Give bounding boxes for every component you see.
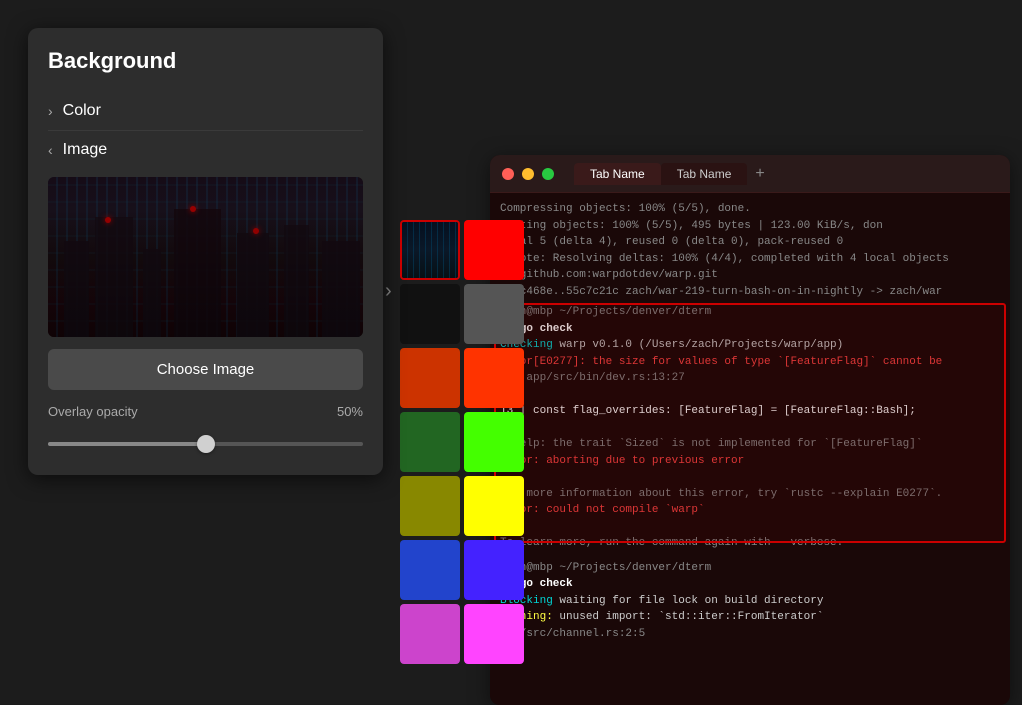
overlay-opacity-row: Overlay opacity 50% xyxy=(48,404,363,419)
selection-arrow: › xyxy=(385,280,392,303)
slider-container xyxy=(48,429,363,455)
tab-1[interactable]: Tab Name xyxy=(574,163,661,185)
overlay-opacity-label: Overlay opacity xyxy=(48,404,138,419)
chevron-right-icon: › xyxy=(48,103,53,119)
tab-area: Tab Name Tab Name + xyxy=(574,163,998,185)
add-tab-button[interactable]: + xyxy=(755,165,764,183)
image-section-label: Image xyxy=(63,141,107,159)
swatch-dark-green[interactable] xyxy=(400,412,460,472)
color-section-label: Color xyxy=(63,102,101,120)
terminal-window: Tab Name Tab Name + Compressing objects:… xyxy=(490,155,1010,705)
close-button[interactable] xyxy=(502,168,514,180)
terminal-line: zach@mbp ~/Projects/denver/dterm xyxy=(500,560,1000,577)
terminal-line: To github.com:warpdotdev/warp.git xyxy=(500,267,1000,284)
swatch-dark-gray[interactable] xyxy=(464,284,524,344)
overlay xyxy=(48,177,363,337)
terminal-line: cargo check xyxy=(500,576,1000,593)
swatch-yellow[interactable] xyxy=(464,476,524,536)
swatch-bright-green[interactable] xyxy=(464,412,524,472)
color-swatches-grid xyxy=(400,220,524,664)
image-preview xyxy=(48,177,363,337)
terminal-line: Compressing objects: 100% (5/5), done. xyxy=(500,201,1000,218)
chevron-down-icon: ‹ xyxy=(48,142,53,158)
minimize-button[interactable] xyxy=(522,168,534,180)
settings-panel: Background › Color ‹ Image xyxy=(28,28,383,475)
terminal-line: Blocking waiting for file lock on build … xyxy=(500,593,1000,610)
swatch-pink[interactable] xyxy=(400,604,460,664)
terminal-line: Writing objects: 100% (5/5), 495 bytes |… xyxy=(500,218,1000,235)
image-section-header[interactable]: ‹ Image xyxy=(48,131,363,169)
swatch-dark-orange[interactable] xyxy=(400,348,460,408)
swatch-olive[interactable] xyxy=(400,476,460,536)
swatch-blue-purple[interactable] xyxy=(464,540,524,600)
swatch-dark-blue[interactable] xyxy=(400,540,460,600)
overlay-opacity-value: 50% xyxy=(337,404,363,419)
choose-image-button[interactable]: Choose Image xyxy=(48,349,363,390)
image-section-content: Choose Image Overlay opacity 50% xyxy=(48,177,363,455)
error-highlight-box xyxy=(494,303,1006,543)
maximize-button[interactable] xyxy=(542,168,554,180)
opacity-slider[interactable] xyxy=(48,442,363,446)
swatch-red[interactable] xyxy=(464,220,524,280)
swatch-cyberpunk-image[interactable] xyxy=(400,220,460,280)
terminal-line: 952c468e..55c7c21c zach/war-219-turn-bas… xyxy=(500,284,1000,301)
swatch-orange-red[interactable] xyxy=(464,348,524,408)
terminal-line: remote: Resolving deltas: 100% (4/4), co… xyxy=(500,251,1000,268)
preview-image-inner xyxy=(48,177,363,337)
panel-title: Background xyxy=(48,48,363,74)
terminal-line: Total 5 (delta 4), reused 0 (delta 0), p… xyxy=(500,234,1000,251)
swatch-magenta[interactable] xyxy=(464,604,524,664)
terminal-line: app/src/channel.rs:2:5 xyxy=(500,626,1000,643)
terminal-titlebar: Tab Name Tab Name + xyxy=(490,155,1010,193)
terminal-content: Compressing objects: 100% (5/5), done. W… xyxy=(490,193,1010,705)
tab-2[interactable]: Tab Name xyxy=(661,163,748,185)
swatch-black[interactable] xyxy=(400,284,460,344)
color-section-header[interactable]: › Color xyxy=(48,92,363,131)
terminal-line: warning: unused import: `std::iter::From… xyxy=(500,609,1000,626)
